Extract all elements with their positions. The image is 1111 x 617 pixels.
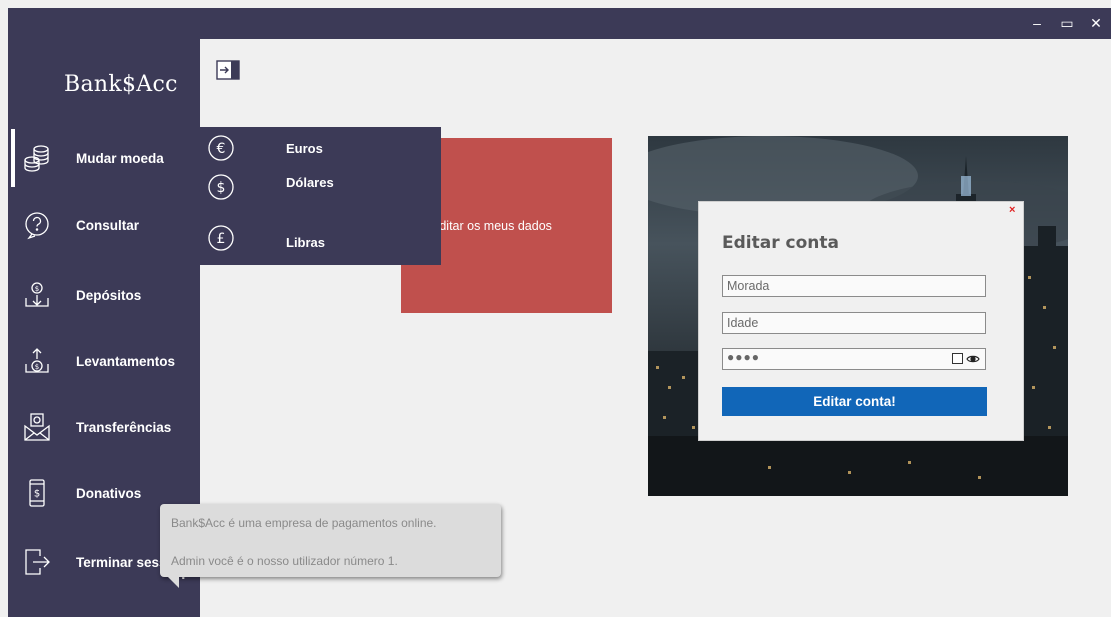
address-field[interactable] (722, 275, 986, 297)
svg-text:$: $ (217, 180, 226, 196)
tooltip-line-2: Admin você é o nosso utilizador número 1… (171, 554, 398, 568)
dialog-title: Editar conta (722, 233, 839, 253)
password-field[interactable]: ●●●● (722, 348, 986, 370)
edit-account-submit-button[interactable]: Editar conta! (722, 387, 987, 416)
currency-label: Libras (286, 235, 326, 250)
currency-item-euros[interactable]: € Euros (200, 127, 441, 171)
svg-text:€: € (217, 141, 226, 157)
svg-text:$: $ (35, 363, 39, 371)
currency-item-libras[interactable]: £ Libras (200, 217, 441, 261)
app-window: ‒ ▭ ✕ Bank$Acc Mudar moeda Consultar $ D… (8, 8, 1111, 617)
svg-text:$: $ (35, 285, 39, 293)
info-tooltip: Bank$Acc é uma empresa de pagamentos onl… (160, 504, 501, 577)
currency-label: Dólares (286, 175, 334, 190)
sidebar-item-label: Consultar (76, 218, 140, 233)
deposit-icon: $ (22, 280, 52, 310)
sidebar-item-depositos[interactable]: $ Depósitos (8, 266, 200, 328)
dialog-close-button[interactable]: × (1009, 204, 1015, 216)
close-window-button[interactable]: ✕ (1087, 14, 1105, 32)
expand-panel-icon (216, 59, 240, 81)
currency-item-dolares[interactable]: $ Dólares (200, 172, 441, 216)
sidebar-item-label: Mudar moeda (76, 151, 164, 166)
sidebar-item-consultar[interactable]: Consultar (8, 196, 200, 258)
sidebar-item-label: Transferências (76, 420, 172, 435)
minimize-button[interactable]: ‒ (1028, 14, 1046, 32)
tile-label: Editar os meus dados (431, 219, 552, 233)
maximize-button[interactable]: ▭ (1058, 14, 1076, 32)
svg-text:£: £ (217, 231, 226, 247)
tooltip-pointer (167, 576, 179, 588)
sidebar-item-label: Levantamentos (76, 354, 176, 369)
svg-text:$: $ (34, 489, 40, 500)
currency-menu: € Euros $ Dólares £ Libras (200, 127, 441, 265)
coins-stack-icon (22, 143, 52, 173)
title-bar: ‒ ▭ ✕ (8, 8, 1111, 39)
toggle-sidebar-button[interactable] (216, 59, 240, 81)
euro-icon: € (206, 133, 236, 163)
currency-label: Euros (286, 141, 323, 156)
sidebar-item-label: Depósitos (76, 288, 142, 303)
sidebar-item-transferencias[interactable]: Transferências (8, 398, 200, 460)
active-indicator (11, 129, 15, 187)
sidebar-item-levantamentos[interactable]: $ Levantamentos (8, 332, 200, 394)
tooltip-line-1: Bank$Acc é uma empresa de pagamentos onl… (171, 516, 437, 530)
sidebar-item-mudar-moeda[interactable]: Mudar moeda (8, 129, 200, 191)
question-circle-icon (22, 210, 52, 240)
age-field[interactable] (722, 312, 986, 334)
withdrawal-icon: $ (22, 346, 52, 376)
show-password-checkbox[interactable] (952, 353, 963, 364)
sidebar-item-label: Donativos (76, 486, 142, 501)
pound-icon: £ (206, 223, 236, 253)
logout-icon (22, 547, 52, 577)
phone-dollar-icon: $ (22, 478, 52, 508)
brand-logo: Bank$Acc (64, 72, 178, 97)
dollar-icon: $ (206, 172, 236, 202)
money-envelope-icon (22, 412, 52, 442)
eye-icon[interactable] (966, 353, 980, 365)
edit-account-dialog: × Editar conta ●●●● Editar conta! (698, 201, 1024, 441)
password-mask: ●●●● (727, 350, 760, 364)
